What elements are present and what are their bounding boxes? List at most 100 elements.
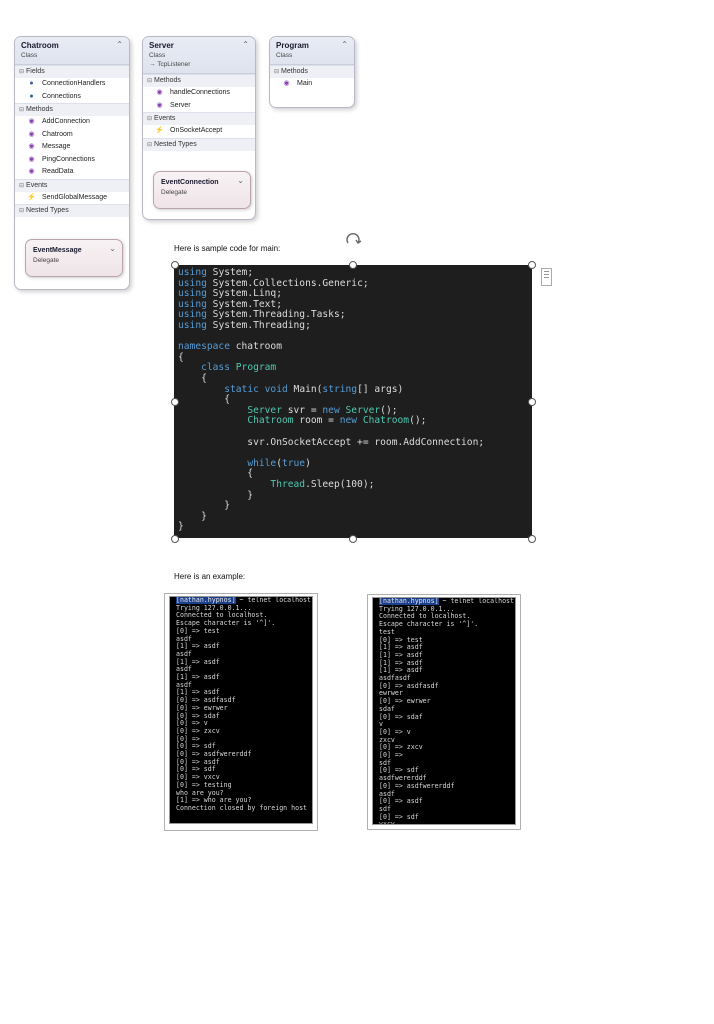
nested-type-kind: Delegate <box>161 189 188 196</box>
code-line: Chatroom room = new Chatroom(); <box>247 415 427 427</box>
field-icon: ● <box>29 80 34 87</box>
resize-handle-left[interactable] <box>171 398 179 406</box>
event-icon: ⚡ <box>27 193 36 201</box>
class-kind: Class <box>21 52 38 59</box>
code-line: { <box>178 373 207 384</box>
section-header[interactable]: ⊟ Nested Types <box>15 204 129 217</box>
member-item[interactable]: ⚡ SendGlobalMessage <box>15 192 129 205</box>
code-line: } <box>178 500 230 512</box>
collapse-section-icon[interactable]: ⊟ <box>19 107 24 113</box>
resize-handle-bottom-left[interactable] <box>171 535 179 543</box>
chatroom-class-header: Chatroom Class ⌃ <box>15 37 129 65</box>
resize-handle-top-right[interactable] <box>528 261 536 269</box>
collapse-section-icon[interactable]: ⊟ <box>19 208 24 214</box>
collapse-chevron-icon[interactable]: ⌃ <box>116 40 123 49</box>
member-name: Connections <box>42 92 81 100</box>
member-name: ReadData <box>42 168 74 175</box>
nested-type-kind: Delegate <box>33 257 60 264</box>
section-header[interactable]: ⊟ Methods <box>143 74 255 87</box>
member-item[interactable]: ● Connections <box>15 91 129 104</box>
method-icon: ◉ <box>28 130 35 138</box>
member-name: SendGlobalMessage <box>42 193 107 201</box>
section-label: Methods <box>26 106 53 113</box>
resize-handle-top[interactable] <box>349 261 357 269</box>
member-item[interactable]: ◉ PingConnections <box>15 154 129 167</box>
terminal-screenshot-right: [nathan.hypnos] ~ telnet localhost Trying… <box>372 597 516 825</box>
code-line: using System.Collections.Generic; <box>178 277 369 289</box>
collapse-section-icon[interactable]: ⊟ <box>19 183 24 189</box>
expand-chevron-icon[interactable]: ⌄ <box>109 244 116 253</box>
code-screenshot[interactable]: using System; using System.Collections.Ge… <box>174 265 532 538</box>
event-icon: ⚡ <box>155 127 164 134</box>
code-line: using System.Text; <box>178 298 282 310</box>
resize-handle-bottom-right[interactable] <box>528 535 536 543</box>
code-line: { <box>178 351 184 363</box>
method-icon: ◉ <box>28 143 35 150</box>
collapse-section-icon[interactable]: ⊟ <box>147 142 152 148</box>
code-line: using System.Threading; <box>178 320 311 331</box>
member-item[interactable]: ◉ Chatroom <box>15 129 129 142</box>
code-line: { <box>178 468 254 480</box>
layout-options-icon[interactable] <box>541 268 552 286</box>
chatroom-class-box: Chatroom Class ⌃ ⊟ Fields ● ConnectionHandl… <box>14 36 130 290</box>
member-name: Main <box>297 80 313 87</box>
collapse-section-icon[interactable]: ⊟ <box>19 69 24 75</box>
member-name: Message <box>42 143 71 150</box>
code-line: Server svr = new Server(); <box>247 404 398 416</box>
class-kind: Class <box>276 52 293 59</box>
section-label: Nested Types <box>26 207 69 214</box>
code-line: static void Main(string[] args) <box>224 383 404 395</box>
program-class-header: Program Class ⌃ <box>270 37 354 65</box>
expand-chevron-icon[interactable]: ⌄ <box>237 176 244 185</box>
resize-handle-right[interactable] <box>528 398 536 406</box>
member-item[interactable]: ◉ ReadData <box>15 166 129 179</box>
code-line: Thread.Sleep(100); <box>270 479 375 490</box>
code-line: using System; <box>178 267 254 278</box>
terminal-frame-right: [nathan.hypnos] ~ telnet localhost Trying… <box>367 594 521 830</box>
code-caption: Here is sample code for main: <box>174 244 281 253</box>
code-line: } <box>178 489 254 501</box>
resize-handle-bottom[interactable] <box>349 535 357 543</box>
class-title: Program <box>276 41 309 50</box>
method-icon: ◉ <box>283 80 290 87</box>
code-line: class Program <box>201 362 277 374</box>
section-header[interactable]: ⊟ Methods <box>270 65 354 78</box>
code-line: } <box>178 510 207 522</box>
member-item[interactable]: ⚡ OnSocketAccept <box>143 125 255 138</box>
section-header[interactable]: ⊟ Fields <box>15 65 129 78</box>
class-title: Chatroom <box>21 41 59 50</box>
collapse-chevron-icon[interactable]: ⌃ <box>341 40 348 49</box>
collapse-section-icon[interactable]: ⊟ <box>147 78 152 84</box>
section-header[interactable]: ⊟ Events <box>15 178 129 192</box>
section-header[interactable]: ⊟ Methods <box>15 103 129 116</box>
code-line: svr.OnSocketAccept += room.AddConnection… <box>178 436 485 448</box>
member-item[interactable]: ◉ Server <box>143 100 255 113</box>
resize-handle-top-left[interactable] <box>171 261 179 269</box>
collapse-section-icon[interactable]: ⊟ <box>274 69 279 75</box>
terminal-screenshot-left: [nathan.hypnos] ~ telnet localhost Trying… <box>169 596 313 824</box>
section-label: Fields <box>26 68 45 75</box>
member-name: OnSocketAccept <box>170 127 223 134</box>
collapse-section-icon[interactable]: ⊟ <box>147 116 152 122</box>
code-line: } <box>178 521 184 533</box>
method-icon: ◉ <box>28 118 35 125</box>
member-item[interactable]: ● ConnectionHandlers <box>15 78 129 91</box>
collapse-chevron-icon[interactable]: ⌃ <box>242 40 249 49</box>
server-class-header: Server Class → TcpListener ⌃ <box>143 37 255 74</box>
terminal-line: [0] => asdf <box>379 797 423 806</box>
rotate-handle-icon[interactable] <box>344 233 362 247</box>
terminal-line: [0] => <box>379 751 403 760</box>
code-line: namespace chatroom <box>178 341 282 353</box>
member-item[interactable]: ◉ Message <box>15 141 129 154</box>
member-item[interactable]: ◉ Main <box>270 78 354 91</box>
nested-type-title: EventMessage <box>33 247 82 254</box>
section-header[interactable]: ⊟ Events <box>143 112 255 125</box>
section-label: Nested Types <box>154 140 197 148</box>
member-item[interactable]: ◉ handleConnections <box>143 87 255 100</box>
section-label: Methods <box>154 77 181 84</box>
server-class-box: Server Class → TcpListener ⌃ ⊟ Methods ◉ ha… <box>142 36 256 220</box>
class-base-type: → TcpListener <box>149 61 191 68</box>
member-item[interactable]: ◉ AddConnection <box>15 116 129 129</box>
example-caption: Here is an example: <box>174 572 246 581</box>
section-header[interactable]: ⊟ Nested Types <box>143 137 255 151</box>
